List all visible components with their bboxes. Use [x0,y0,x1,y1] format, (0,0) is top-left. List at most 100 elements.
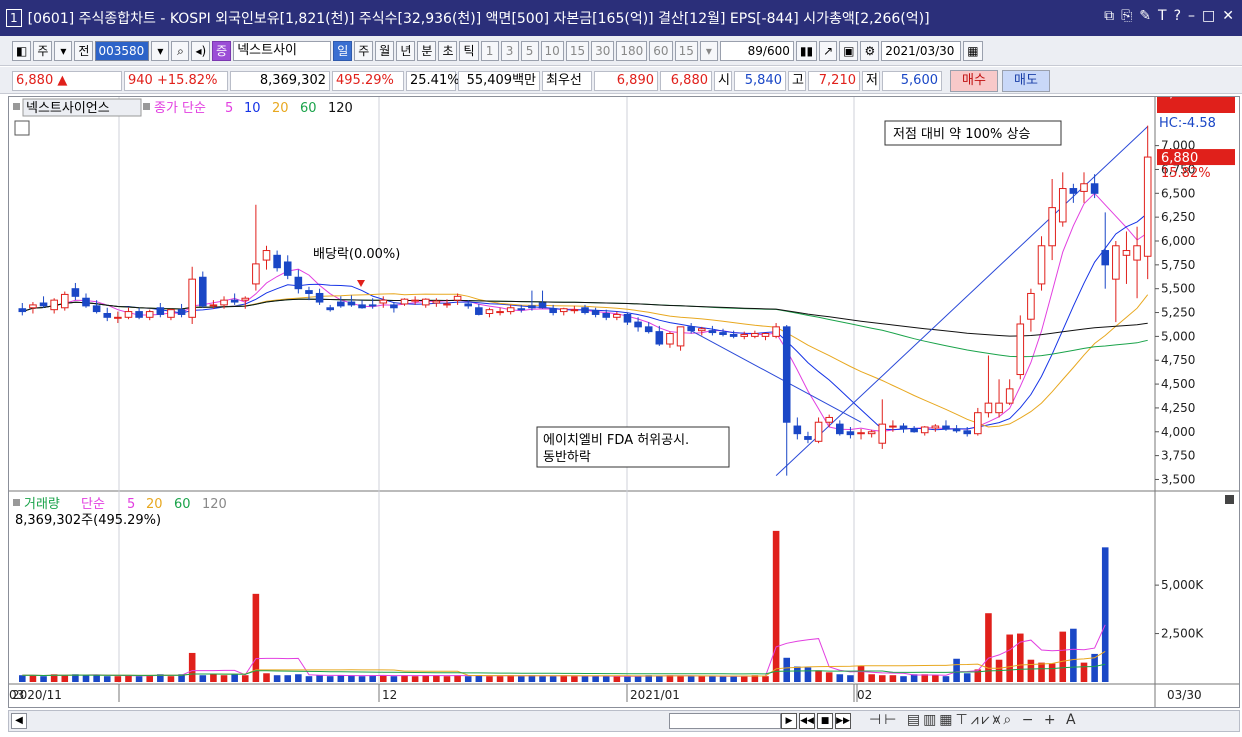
period-week-tab[interactable]: 주 [354,40,374,61]
volume-bar [220,675,228,682]
price-volume-chart[interactable]: 7,0006,7506,5006,2506,0005,7505,5005,250… [9,97,1239,707]
adjusted-price-button[interactable]: 증 [212,40,232,61]
candle-body [740,333,749,337]
date-field[interactable]: 2021/03/30 [881,40,962,61]
candle-body [1016,323,1025,376]
chevron-down-icon[interactable]: ▾ [54,40,73,61]
copy-window-icon[interactable]: ⎘ [1121,8,1132,24]
candle-body [60,293,69,309]
volume-bar [963,673,971,682]
volume-bar [1027,659,1035,682]
rewind-icon[interactable]: ◀◀ [799,713,815,729]
scroll-thumb[interactable] [669,713,781,729]
interval-dropdown-icon[interactable]: ▾ [699,40,718,61]
play-icon[interactable]: ▶ [781,713,797,729]
interval-10[interactable]: 10 [540,40,564,61]
horizontal-scrollbar[interactable]: ◀ ▶ ◀◀ ■ ▶▶ ⊣⊢ ▤▥▦⊤⩘⩗⩙⌕ − + A [8,710,1240,732]
chart-area[interactable]: 7,000 6,750 6,500 6,250 6,000 5,750 5,500 5,250… [8,96,1240,708]
candle-body [241,297,250,301]
prev-button[interactable]: 전 [74,40,94,61]
candle-body [613,313,621,318]
candle-body [464,303,473,307]
link-icon[interactable]: ◧ [12,40,32,61]
interval-input[interactable]: 15 [674,40,698,61]
candle-body [230,299,239,303]
candle-body [942,425,950,430]
volume-bar [241,675,249,682]
volume-bar [337,675,345,682]
interval-60[interactable]: 60 [649,40,673,61]
candle-body [697,328,706,332]
stock-code-input[interactable]: 003580 [95,40,150,61]
period-minute-tab[interactable]: 분 [417,40,437,61]
code-dropdown-icon[interactable]: ▾ [151,40,170,61]
period-tick-tab[interactable]: 틱 [459,40,479,61]
volume-bar [602,676,610,682]
period-day-tab[interactable]: 일 [333,40,353,61]
interval-5[interactable]: 5 [520,40,539,61]
save-icon[interactable]: ▣ [839,40,859,61]
buy-button[interactable]: 매수 [950,70,998,92]
minimize-icon[interactable]: – [1188,8,1195,24]
candle-body [506,307,515,313]
interval-1[interactable]: 1 [480,40,499,61]
period-type-select[interactable]: 주 [33,40,53,61]
chart-tools[interactable]: ⊣⊢ ▤▥▦⊤⩘⩗⩙⌕ − + A [869,712,1079,728]
candle-body [1143,156,1152,257]
page-count-field[interactable]: 89/600 [719,40,794,61]
volume-bar [486,676,493,682]
chart-type-icon[interactable]: ▮▮ [795,40,818,61]
maximize-icon[interactable]: □ [1202,8,1215,24]
close-icon[interactable]: ✕ [1222,8,1234,24]
candle-body [453,295,462,301]
volume-bar [348,675,355,682]
price-tick-label: 3,500 [1161,472,1195,486]
candle-body [283,261,292,276]
volume-bar [847,675,854,682]
volume-bar [571,676,578,682]
interval-180[interactable]: 180 [616,40,648,61]
candle-body [867,431,876,435]
period-second-tab[interactable]: 초 [438,40,458,61]
last-pct-text: 15.82% [1161,166,1211,181]
gear-icon[interactable]: ⚙ [860,40,880,61]
trend-icon[interactable]: ↗ [819,40,838,61]
volume-ma-lines [22,624,1106,677]
candle-body [804,436,812,440]
interval-15[interactable]: 15 [565,40,590,61]
candle-body [793,425,802,435]
volume-bar [231,674,238,682]
scroll-left-icon[interactable]: ◀ [11,713,27,729]
help-icon[interactable]: ? [1174,8,1181,24]
ask-price: 6,890 [594,71,658,91]
candle-body [644,326,653,333]
font-icon[interactable]: T [1158,8,1167,24]
candle-body [634,321,642,328]
ma-period-label: 60 [300,101,317,116]
volume-bar [273,675,281,682]
period-month-tab[interactable]: 월 [375,40,395,61]
forward-icon[interactable]: ▶▶ [835,713,851,729]
candle-body [655,331,664,345]
volume-bar [900,676,907,682]
interval-3[interactable]: 3 [500,40,519,61]
period-year-tab[interactable]: 년 [396,40,416,61]
volume-bar [93,675,100,682]
sell-button[interactable]: 매도 [1002,70,1050,92]
volume-bar [40,676,47,682]
window-icon[interactable]: ⧉ [1104,8,1114,24]
annotation-bottom-line1: 에이치엘비 FDA 허위공시. [543,433,689,448]
pin-icon[interactable]: ✎ [1139,8,1151,24]
candle-body [602,312,611,318]
sound-icon[interactable]: ◂) [191,40,211,61]
price-tick-label: 5,500 [1161,282,1195,296]
search-icon[interactable]: ⌕ [171,40,190,61]
current-price: 6,880 ▲ [12,71,122,91]
volume-bars [19,530,1109,682]
interval-30[interactable]: 30 [591,40,615,61]
window-number: 1 [6,9,22,27]
calendar-icon[interactable]: ▦ [963,40,983,61]
price-tick-label: 6,500 [1161,186,1195,200]
stop-icon[interactable]: ■ [817,713,833,729]
volume-ma-period: 120 [202,497,227,512]
